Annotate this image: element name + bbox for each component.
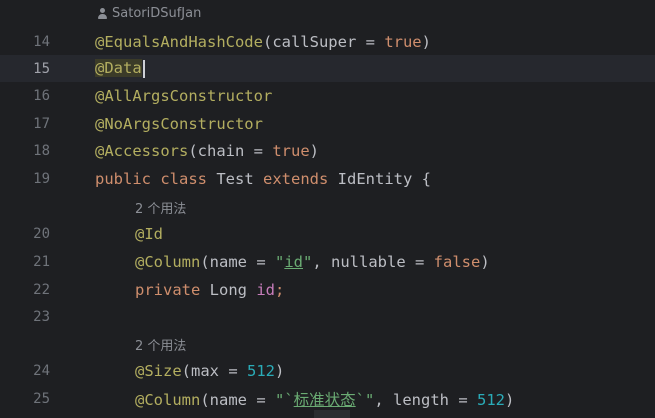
annotation-token: @Id: [135, 224, 163, 243]
code-token: ;: [275, 280, 285, 299]
code-token: (name =: [200, 252, 275, 271]
keyword-token: public: [95, 169, 151, 188]
person-icon: [97, 8, 108, 19]
annotation-token: @EqualsAndHashCode: [95, 32, 263, 51]
line-number: 21: [33, 253, 50, 270]
line-text: @NoArgsConstructor: [95, 115, 263, 133]
keyword-token: class: [160, 169, 208, 188]
code-token: , nullable =: [312, 252, 434, 271]
code-token: , length =: [374, 390, 477, 409]
keyword-token: extends: [263, 169, 329, 188]
line-text: @Column(name = "id", nullable = false): [135, 253, 490, 271]
line-text: @Column(name = "`标准状态`", length = 512): [135, 388, 514, 410]
line-text: @Data: [95, 59, 145, 78]
annotation-token: @Column: [135, 252, 201, 271]
author-name: SatoriDSufJan: [112, 6, 202, 21]
code-line-14[interactable]: 14 @EqualsAndHashCode(callSuper = true): [0, 28, 655, 55]
line-number: 23: [33, 308, 50, 325]
line-text: @Id: [135, 225, 163, 243]
code-token: (name =: [200, 390, 275, 409]
annotation-token: @Size: [135, 361, 182, 380]
type-token: Long: [200, 280, 257, 299]
code-token: ): [505, 390, 515, 409]
line-number: 24: [33, 362, 50, 379]
code-line-21[interactable]: 21 @Column(name = "id", nullable = false…: [0, 248, 655, 275]
usages-hint[interactable]: 2 个用法: [135, 198, 186, 217]
line-number: 14: [33, 33, 50, 50]
code-line-17[interactable]: 17 @NoArgsConstructor: [0, 110, 655, 137]
code-line-22[interactable]: 22 private Long id;: [0, 276, 655, 303]
line-text: @Accessors(chain = true): [95, 142, 319, 160]
code-line-16[interactable]: 16 @AllArgsConstructor: [0, 82, 655, 109]
code-token: (max =: [181, 361, 247, 380]
line-number: 19: [33, 170, 50, 187]
code-line-25[interactable]: 25 @Column(name = "`标准状态`", length = 512…: [0, 385, 655, 412]
line-number: 18: [33, 142, 50, 159]
author-hint[interactable]: SatoriDSufJan: [97, 6, 201, 21]
line-number: 17: [33, 115, 50, 132]
number-token: 512: [247, 361, 275, 380]
code-token: ): [309, 141, 319, 160]
line-number: 22: [33, 281, 50, 298]
code-line-18[interactable]: 18 @Accessors(chain = true): [0, 137, 655, 164]
annotation-token: @Data: [95, 59, 142, 78]
keyword-token: true: [272, 141, 310, 160]
line-text: public class Test extends IdEntity {: [95, 170, 431, 188]
code-editor[interactable]: SatoriDSufJan 14 @EqualsAndHashCode(call…: [0, 0, 655, 418]
string-token: "`: [274, 390, 294, 409]
field-token: id: [256, 280, 275, 299]
line-number: 25: [33, 390, 50, 407]
class-name-token: Test: [207, 169, 264, 188]
keyword-token: true: [384, 32, 422, 51]
code-token: (chain =: [188, 141, 273, 160]
code-line-15[interactable]: 15 @Data: [0, 55, 655, 82]
string-token: 标准状态: [293, 390, 356, 409]
annotation-token: @NoArgsConstructor: [95, 114, 263, 133]
line-number: 20: [33, 225, 50, 242]
code-line-20[interactable]: 20 @Id: [0, 220, 655, 247]
code-token: ): [480, 252, 490, 271]
code-line-24[interactable]: 24 @Size(max = 512): [0, 357, 655, 384]
code-token: IdEntity {: [328, 169, 431, 188]
line-number: 15: [33, 60, 50, 77]
line-text: @Size(max = 512): [135, 362, 284, 380]
usages-hint[interactable]: 2 个用法: [135, 335, 186, 354]
code-token: (callSuper =: [262, 32, 385, 51]
string-token: `": [355, 390, 375, 409]
string-token: ": [274, 252, 285, 271]
code-token: ): [275, 361, 285, 380]
line-number: 16: [33, 87, 50, 104]
horizontal-scroll-thumb[interactable]: [314, 410, 350, 418]
annotation-token: @Column: [135, 390, 201, 409]
line-text: @AllArgsConstructor: [95, 87, 272, 105]
keyword-token: false: [433, 252, 481, 271]
code-line-23[interactable]: 23: [0, 303, 655, 330]
string-token: id: [284, 252, 303, 271]
code-token: ): [421, 32, 431, 51]
code-line-19[interactable]: 19 public class Test extends IdEntity {: [0, 165, 655, 192]
text-caret: [142, 59, 145, 78]
keyword-token: private: [135, 280, 201, 299]
line-text: @EqualsAndHashCode(callSuper = true): [95, 33, 431, 51]
annotation-token: @AllArgsConstructor: [95, 86, 273, 105]
number-token: 512: [477, 390, 505, 409]
annotation-token: @Accessors: [95, 141, 189, 160]
string-token: ": [303, 252, 313, 271]
line-text: private Long id;: [135, 281, 284, 299]
